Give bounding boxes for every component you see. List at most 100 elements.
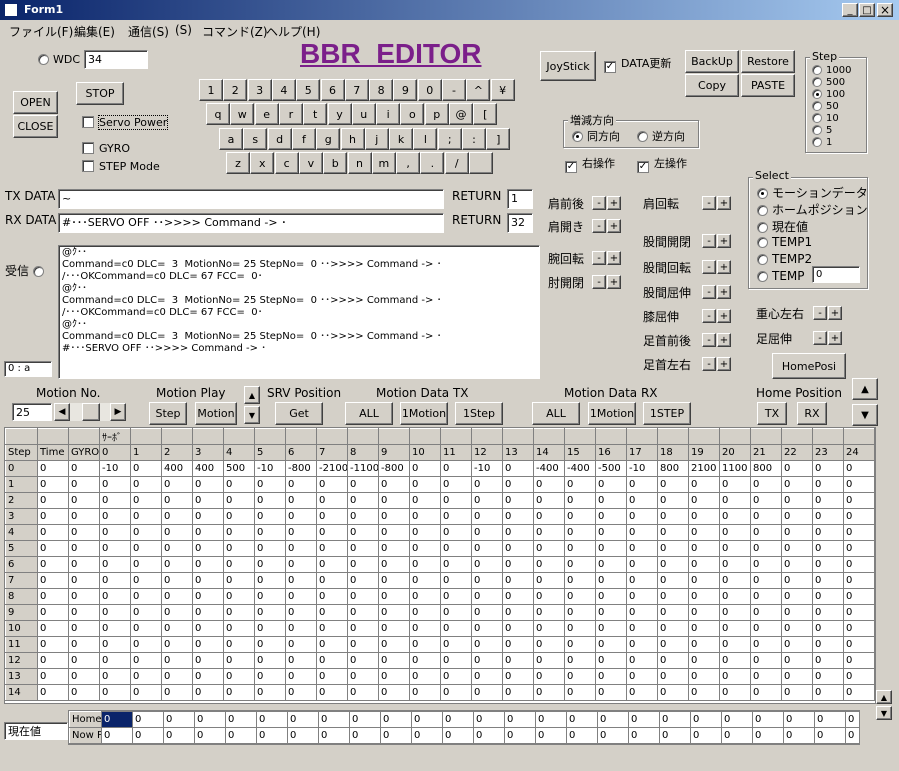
grid-cell[interactable]: 0 [378,556,410,573]
grid-cell[interactable]: 0 [471,636,503,653]
wdc-radio[interactable]: WDC [38,53,80,66]
grid-cell[interactable]: 1100 [719,460,751,477]
motion-down-icon[interactable]: ▼ [244,406,260,424]
key-3-5[interactable]: n [347,152,372,174]
maximize-button[interactable]: □ [859,3,875,17]
grid-cell[interactable]: 0 [254,540,286,557]
bottom-cell[interactable]: 0 [473,727,505,744]
bottom-cell[interactable]: 0 [225,711,257,728]
grid-cell[interactable]: 0 [223,684,255,701]
grid-cell[interactable]: -2100 [316,460,348,477]
joint-minus-right-4[interactable]: - [702,309,716,323]
key-3-1[interactable]: x [250,152,275,174]
grid-cell[interactable]: 0 [130,556,162,573]
grid-cell[interactable]: 0 [657,636,689,653]
grid-cell[interactable]: 0 [68,588,100,605]
grid-cell[interactable]: 0 [533,636,565,653]
key-0-5[interactable]: 6 [320,79,345,101]
grid-cell[interactable]: 0 [37,492,69,509]
joint-minus-left-0[interactable]: - [592,196,606,210]
grid-cell[interactable]: 0 [781,620,813,637]
grid-cell[interactable]: -10 [471,460,503,477]
grid-cell[interactable]: 0 [440,508,472,525]
joint-plus-right-5[interactable]: + [717,333,731,347]
grid-cell[interactable]: 0 [843,508,875,525]
grid-cell[interactable]: 0 [843,620,875,637]
grid-cell[interactable]: 0 [285,588,317,605]
grid-cell[interactable]: 0 [37,652,69,669]
grid-scroll-down-icon[interactable]: ▼ [876,706,892,720]
grid-cell[interactable]: 0 [192,572,224,589]
joystick-button[interactable]: JoyStick [540,51,596,81]
bottom-cell[interactable]: 0 [442,711,474,728]
grid-cell[interactable]: 0 [68,556,100,573]
grid-cell[interactable]: 0 [657,604,689,621]
grid-cell[interactable]: 0 [223,652,255,669]
grid-cell[interactable]: 0 [254,604,286,621]
key-2-0[interactable]: a [219,128,243,150]
grid-cell[interactable]: 0 [688,668,720,685]
grid-cell[interactable]: 0 [285,604,317,621]
grid-cell[interactable]: 0 [502,492,534,509]
grid-cell[interactable]: 0 [254,524,286,541]
bottom-cell[interactable]: 0 [659,711,691,728]
grid-cell[interactable]: 0 [626,492,658,509]
grid-cell[interactable]: 0 [130,636,162,653]
key-1-11[interactable]: [ [473,103,498,125]
temp-value-input[interactable]: 0 [812,266,860,283]
grid-cell[interactable]: 0 [254,476,286,493]
grid-cell[interactable]: 0 [285,508,317,525]
grid-cell[interactable]: 0 [843,636,875,653]
scroll-left-icon[interactable]: ◀ [54,403,70,421]
right-op-checkbox[interactable]: ✓ 右操作 [565,155,615,173]
grid-cell[interactable]: 0 [409,572,441,589]
grid-cell[interactable]: 0 [285,572,317,589]
grid-cell[interactable]: 0 [37,508,69,525]
bottom-cell[interactable]: 0 [194,711,226,728]
grid-cell[interactable]: 0 [161,476,193,493]
select-option-1[interactable]: ホームポジション [757,201,868,218]
grid-cell[interactable]: 0 [719,508,751,525]
grid-cell[interactable]: 0 [378,588,410,605]
grid-cell[interactable]: 0 [533,572,565,589]
grid-cell[interactable]: 0 [564,524,596,541]
grid-cell[interactable]: 0 [347,508,379,525]
key-0-11[interactable]: ^ [466,79,491,101]
grid-cell[interactable]: 0 [657,556,689,573]
bottom-cell[interactable]: 0 [535,711,567,728]
grid-cell[interactable]: 0 [688,492,720,509]
grid-cell[interactable]: 0 [750,540,782,557]
grid-cell[interactable]: 0 [502,652,534,669]
grid-cell[interactable]: 0 [626,684,658,701]
play-motion-button[interactable]: Motion [195,402,237,425]
grid-cell[interactable]: 0 [347,668,379,685]
motion-no-input[interactable]: 25 [12,403,52,421]
grid-cell[interactable]: 0 [223,524,255,541]
grid-cell[interactable]: 0 [812,540,844,557]
grid-cell[interactable]: 0 [471,604,503,621]
key-3-0[interactable]: z [226,152,250,174]
grid-cell[interactable]: 0 [409,524,441,541]
grid-cell[interactable]: -800 [285,460,317,477]
grid-cell[interactable]: 0 [99,604,131,621]
grid-cell[interactable]: 0 [626,508,658,525]
grid-cell[interactable]: 0 [812,588,844,605]
grid-cell[interactable]: 0 [68,540,100,557]
grid-cell[interactable]: 0 [192,476,224,493]
key-2-3[interactable]: f [291,128,316,150]
grid-cell[interactable]: 0 [99,684,131,701]
grid-cell[interactable]: 0 [626,588,658,605]
grid-cell[interactable]: 0 [316,652,348,669]
step-option-5[interactable]: 5 [812,125,832,136]
grid-cell[interactable]: 0 [502,476,534,493]
tx-all-button[interactable]: ALL [345,402,393,425]
grid-cell[interactable]: 0 [254,508,286,525]
grid-cell[interactable]: 0 [378,524,410,541]
bottom-cell[interactable]: 0 [721,727,753,744]
grid-cell[interactable]: 0 [688,572,720,589]
grid-cell[interactable]: 0 [347,492,379,509]
grid-cell[interactable]: 0 [750,604,782,621]
grid-cell[interactable]: 0 [440,460,472,477]
grid-cell[interactable]: 0 [161,588,193,605]
grid-cell[interactable]: 0 [502,620,534,637]
